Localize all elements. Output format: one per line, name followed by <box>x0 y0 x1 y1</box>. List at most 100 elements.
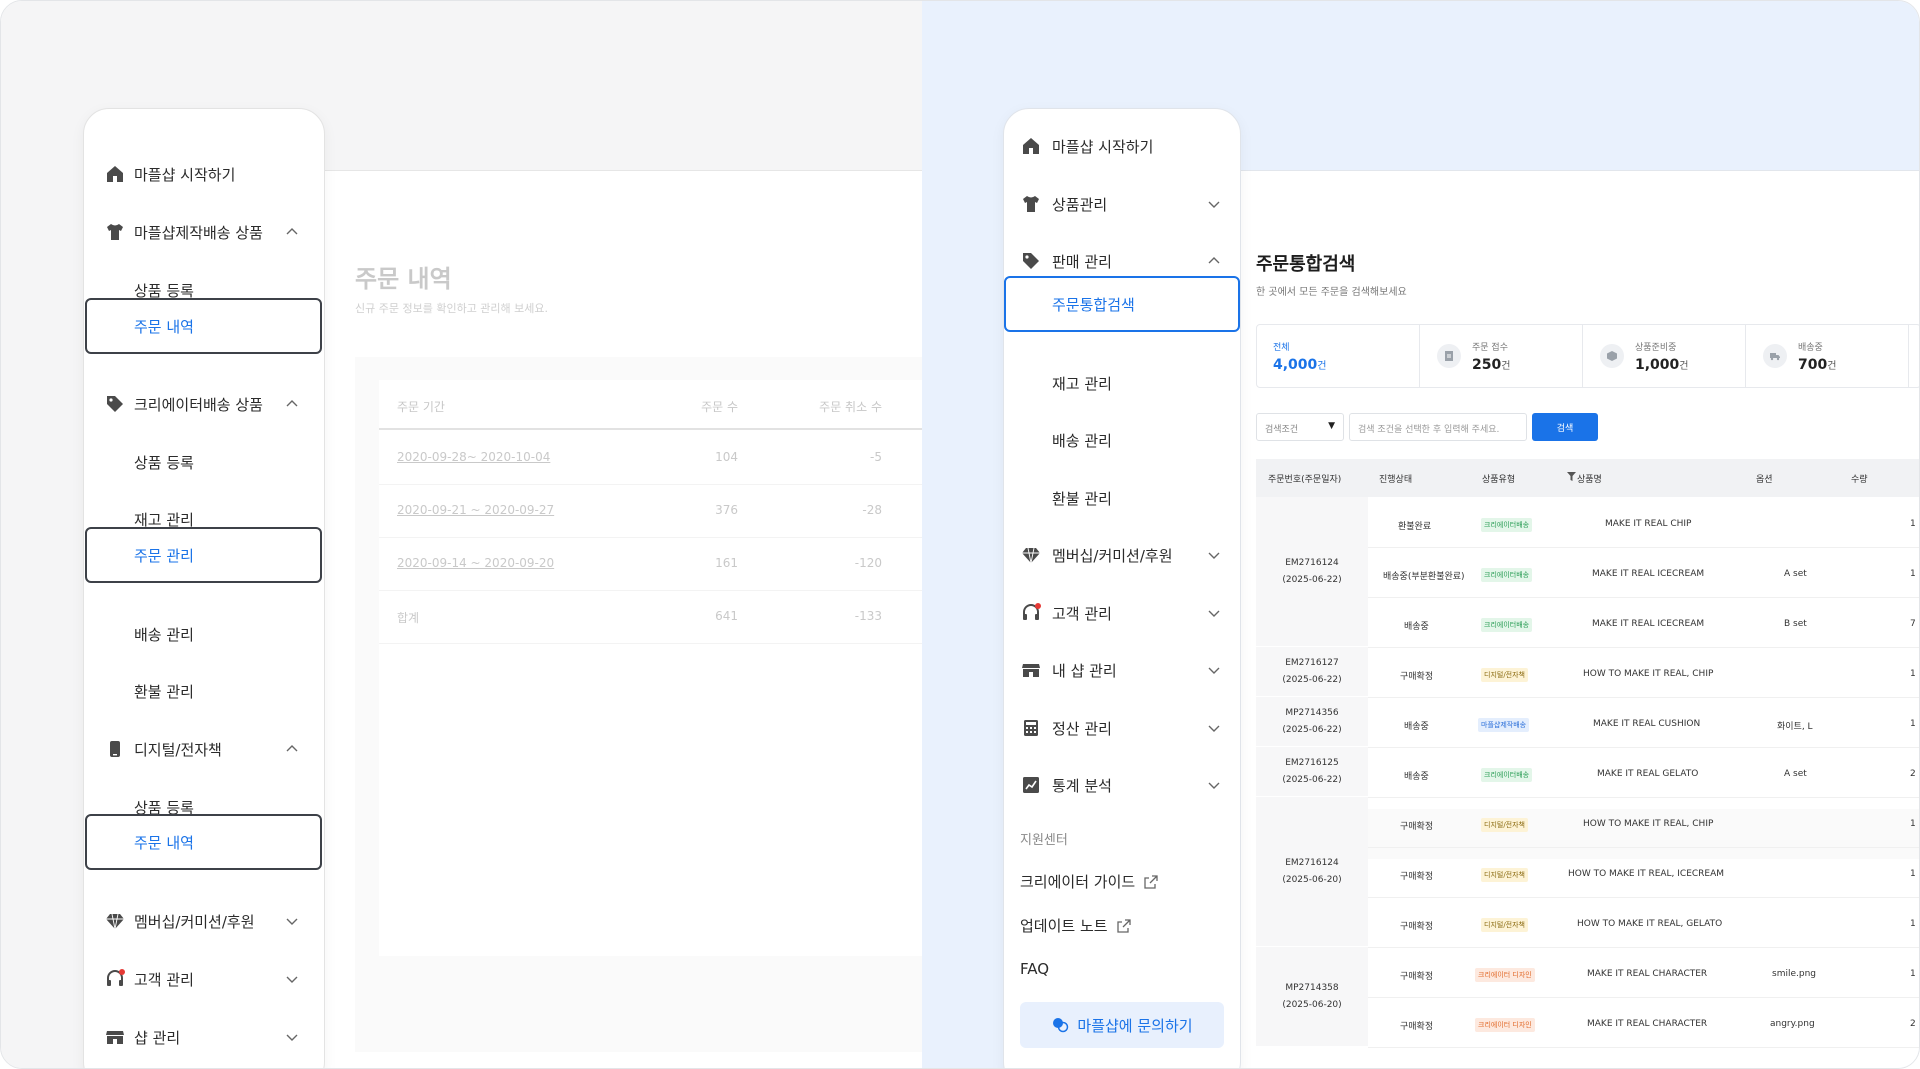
sidebar-item-products[interactable]: 상품관리 <box>1004 184 1240 224</box>
order-count: 641 <box>715 609 738 623</box>
sidebar-subitem-order-history-active[interactable]: 주문 내역 <box>85 298 322 354</box>
period-link[interactable]: 2020-09-28~ 2020-10-04 <box>397 450 550 464</box>
stat-received[interactable]: 주문 접수 250건 <box>1420 325 1583 387</box>
column-header: 옵션 <box>1756 475 1773 485</box>
order-number-cell[interactable]: MP2714356 (2025-06-22) <box>1256 697 1368 747</box>
sidebar-item-settlement[interactable]: 정산 관리 <box>1004 708 1240 748</box>
update-note-link[interactable]: 업데이트 노트 <box>1020 915 1132 936</box>
product-name[interactable]: HOW TO MAKE IT REAL, CHIP <box>1583 819 1713 829</box>
option: B set <box>1784 619 1807 629</box>
order-number-cell[interactable]: MP2714358 (2025-06-20) <box>1256 947 1368 1047</box>
product-name[interactable]: MAKE IT REAL GELATO <box>1597 769 1698 779</box>
sidebar-subitem-refund[interactable]: 환불 관리 <box>1004 478 1240 518</box>
filter-icon[interactable] <box>1567 472 1576 484</box>
status-text: 구매확정 <box>1400 672 1434 682</box>
sidebar-item-label: 마플샵 시작하기 <box>1052 137 1154 156</box>
stat-shipping[interactable]: 배송중 700건 <box>1746 325 1909 387</box>
product-name[interactable]: MAKE IT REAL CUSHION <box>1593 719 1700 729</box>
sidebar-item-marpple-products[interactable]: 마플샵제작배송 상품 <box>84 212 324 252</box>
faq-link[interactable]: FAQ <box>1020 960 1049 978</box>
product-name[interactable]: MAKE IT REAL CHARACTER <box>1587 1019 1707 1029</box>
page-title: 주문통합검색 <box>1256 254 1356 275</box>
chevron-up-icon <box>286 400 298 407</box>
truck-icon <box>1763 344 1787 368</box>
product-name[interactable]: HOW TO MAKE IT REAL, ICECREAM <box>1568 869 1724 879</box>
order-number-cell[interactable]: EM2716125 (2025-06-22) <box>1256 747 1368 797</box>
table-header: 주문번호(주문일자) 진행상태 상품유형 상품명 옵션 수량 <box>1256 459 1919 497</box>
search-input[interactable]: 검색 조건을 선택한 후 입력해 주세요. <box>1349 413 1527 441</box>
stat-label: 주문 접수 <box>1472 343 1508 353</box>
type-badge: 크리에이터 디자인 <box>1475 1018 1535 1032</box>
table-row[interactable]: 2020-09-21 ~ 2020-09-27 376 -28 <box>379 485 922 538</box>
product-name[interactable]: MAKE IT REAL CHARACTER <box>1587 969 1707 979</box>
status-text: 구매확정 <box>1400 922 1434 932</box>
product-name[interactable]: HOW TO MAKE IT REAL, CHIP <box>1583 669 1713 679</box>
product-name[interactable]: MAKE IT REAL CHIP <box>1605 519 1692 529</box>
left-sidebar: 마플샵 시작하기 마플샵제작배송 상품 상품 등록 주문 내역 크리에이터배송 … <box>83 108 325 1068</box>
status-text: 구매확정 <box>1400 972 1434 982</box>
sidebar-subitem-shipping[interactable]: 배송 관리 <box>84 614 324 654</box>
sidebar-item-my-shop[interactable]: 내 샵 관리 <box>1004 650 1240 690</box>
support-center-title: 지원센터 <box>1020 833 1068 848</box>
sidebar-item-customer[interactable]: 고객 관리 <box>84 959 324 999</box>
store-icon <box>1020 659 1042 681</box>
sidebar-item-label: 멤버십/커미션/후원 <box>134 912 255 931</box>
sidebar-subitem-inventory[interactable]: 재고 관리 <box>1004 363 1240 403</box>
sidebar-item-start[interactable]: 마플샵 시작하기 <box>84 154 324 194</box>
status-text: 구매확정 <box>1400 1022 1434 1032</box>
box-icon <box>1600 344 1624 368</box>
stat-preparing[interactable]: 상품준비중 1,000건 <box>1583 325 1746 387</box>
order-number-cell[interactable]: EM2716124 (2025-06-20) <box>1256 797 1368 947</box>
sidebar-item-membership[interactable]: 멤버십/커미션/후원 <box>1004 535 1240 575</box>
sidebar-item-start[interactable]: 마플샵 시작하기 <box>1004 126 1240 166</box>
row-divider <box>1368 547 1919 548</box>
sidebar-item-shop[interactable]: 샵 관리 <box>84 1017 324 1057</box>
order-number-cell[interactable]: EM2716124 (2025-06-22) <box>1256 497 1368 647</box>
sidebar-item-label: 내 샵 관리 <box>1052 661 1117 680</box>
sidebar-subitem-product-register[interactable]: 상품 등록 <box>84 442 324 482</box>
order-number-cell[interactable]: EM2716127 (2025-06-22) <box>1256 647 1368 697</box>
order-count: 161 <box>715 556 738 570</box>
search-button[interactable]: 검색 <box>1532 413 1598 441</box>
product-name[interactable]: HOW TO MAKE IT REAL, GELATO <box>1577 919 1722 929</box>
diamond-icon <box>104 910 126 932</box>
search-condition-select[interactable]: 검색조건 ▼ <box>1256 413 1344 441</box>
chevron-down-icon <box>286 918 298 925</box>
sidebar-item-creator-products[interactable]: 크리에이터배송 상품 <box>84 384 324 424</box>
sidebar-subitem-order-manage-active[interactable]: 주문 관리 <box>85 527 322 583</box>
stat-total[interactable]: 전체 4,000건 <box>1257 325 1420 387</box>
table-row[interactable]: 2020-09-28~ 2020-10-04 104 -5 <box>379 432 922 485</box>
orders-summary-table: 주문 기간 주문 수 주문 취소 수 2020-09-28~ 2020-10-0… <box>379 380 922 956</box>
product-name[interactable]: MAKE IT REAL ICECREAM <box>1592 569 1704 579</box>
creator-guide-link[interactable]: 크리에이터 가이드 <box>1020 871 1159 892</box>
sidebar-item-membership[interactable]: 멤버십/커미션/후원 <box>84 901 324 941</box>
sidebar-item-sales[interactable]: 판매 관리 <box>1004 241 1240 281</box>
screenshot-canvas: 주문 내역 신규 주문 정보를 확인하고 관리해 보세요. 주문 기간 주문 수… <box>0 0 1920 1069</box>
sidebar-item-label: 디지털/전자책 <box>134 740 222 759</box>
chevron-down-icon <box>1208 667 1220 674</box>
cancel-count: -133 <box>854 609 882 623</box>
type-badge: 크리에이터배송 <box>1481 768 1533 782</box>
type-badge: 디지털/전자책 <box>1481 818 1528 832</box>
sidebar-subitem-order-search-active[interactable]: 주문통합검색 <box>1004 276 1240 332</box>
sidebar-item-label: 환불 관리 <box>1052 489 1112 508</box>
sidebar-item-label: 멤버십/커미션/후원 <box>1052 546 1173 565</box>
row-divider <box>1368 697 1919 698</box>
sidebar-item-label: 고객 관리 <box>134 970 194 989</box>
page-subtitle: 신규 주문 정보를 확인하고 관리해 보세요. <box>355 302 549 315</box>
order-stats-bar: 전체 4,000건 주문 접수 250건 상품준비중 1,000건 배송중 70… <box>1256 324 1919 388</box>
period-link[interactable]: 2020-09-21 ~ 2020-09-27 <box>397 503 554 517</box>
sidebar-subitem-refund[interactable]: 환불 관리 <box>84 671 324 711</box>
type-badge: 크리에이터배송 <box>1481 518 1533 532</box>
sidebar-subitem-order-history-active[interactable]: 주문 내역 <box>85 814 322 870</box>
contact-button[interactable]: 마플샵에 문의하기 <box>1020 1002 1224 1048</box>
row-divider <box>1368 997 1919 998</box>
sidebar-item-customer[interactable]: 고객 관리 <box>1004 593 1240 633</box>
sidebar-subitem-shipping[interactable]: 배송 관리 <box>1004 420 1240 460</box>
sidebar-item-statistics[interactable]: 통계 분석 <box>1004 765 1240 805</box>
period-link[interactable]: 2020-09-14 ~ 2020-09-20 <box>397 556 554 570</box>
sidebar-item-digital[interactable]: 디지털/전자책 <box>84 729 324 769</box>
status-text: 배송중 <box>1404 622 1429 632</box>
table-row[interactable]: 2020-09-14 ~ 2020-09-20 161 -120 <box>379 538 922 591</box>
product-name[interactable]: MAKE IT REAL ICECREAM <box>1592 619 1704 629</box>
